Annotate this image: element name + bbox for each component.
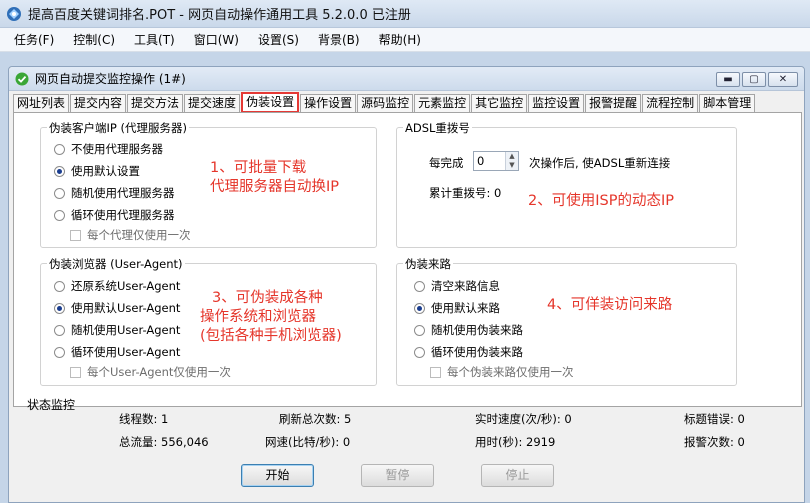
tab-operation-settings[interactable]: 操作设置 — [300, 94, 357, 113]
stat-net-speed: 网速(比特/秒): 0 — [265, 435, 351, 449]
window-controls: ▬ ▢ ✕ — [716, 72, 798, 87]
tab-url-list[interactable]: 网址列表 — [13, 94, 70, 113]
disguise-settings-panel: 伪装客户端IP (代理服务器) 不使用代理服务器 使用默认设置 随机使用代理服务… — [13, 112, 802, 407]
menu-window[interactable]: 窗口(W) — [194, 31, 239, 48]
tab-alarm-reminder[interactable]: 报警提醒 — [585, 94, 642, 113]
browser-group-label: 伪装浏览器 (User-Agent) — [47, 256, 185, 272]
menu-background[interactable]: 背景(B) — [318, 31, 360, 48]
start-button[interactable]: 开始 — [241, 464, 314, 487]
tab-submit-method[interactable]: 提交方法 — [127, 94, 184, 113]
referer-option-clear[interactable]: 清空来路信息 — [414, 278, 500, 294]
spin-up-icon: ▲ — [506, 152, 518, 161]
referer-option-default[interactable]: 使用默认来路 — [414, 300, 500, 316]
tab-submit-content[interactable]: 提交内容 — [70, 94, 127, 113]
referer-option-random[interactable]: 随机使用伪装来路 — [414, 322, 523, 338]
pause-button[interactable]: 暂停 — [361, 464, 434, 487]
adsl-group: ADSL重拨号 每完成 0 ▲ ▼ 次操作后, 使ADSL重新连接 累计重拨号: … — [396, 120, 737, 248]
tab-source-monitor[interactable]: 源码监控 — [357, 94, 414, 113]
adsl-total-label: 累计重拨号: 0 — [429, 186, 502, 200]
tab-disguise-settings[interactable]: 伪装设置 — [241, 92, 300, 113]
ua-option-default[interactable]: 使用默认User-Agent — [54, 300, 180, 316]
radio-icon — [54, 280, 65, 292]
radio-checked-icon — [414, 302, 425, 314]
child-window-title: 网页自动提交监控操作 (1#) — [35, 72, 186, 86]
annotation-browser: 3、可伪装成各种 操作系统和浏览器 (包括各种手机浏览器) — [200, 290, 342, 344]
radio-icon — [414, 280, 425, 292]
tab-flow-control[interactable]: 流程控制 — [642, 94, 699, 113]
minimize-icon[interactable]: ▬ — [716, 72, 740, 87]
annotation-isp: 2、可使用ISP的动态IP — [528, 193, 674, 209]
checkbox-icon — [70, 229, 81, 241]
status-section-title: 状态监控 — [27, 398, 76, 412]
proxy-group-label: 伪装客户端IP (代理服务器) — [47, 120, 189, 136]
stat-time-used: 用时(秒): 2919 — [475, 435, 556, 449]
referer-group: 伪装来路 清空来路信息 使用默认来路 随机使用伪装来路 循环使用伪装来路 每个伪… — [396, 256, 737, 386]
radio-icon — [54, 346, 65, 358]
menu-control[interactable]: 控制(C) — [73, 31, 115, 48]
green-check-icon — [15, 72, 29, 85]
tab-strip: 网址列表 提交内容 提交方法 提交速度 伪装设置 操作设置 源码监控 元素监控 … — [13, 92, 802, 113]
proxy-option-default[interactable]: 使用默认设置 — [54, 163, 140, 179]
monitor-window: 网页自动提交监控操作 (1#) ▬ ▢ ✕ 网址列表 提交内容 提交方法 提交速… — [8, 66, 805, 503]
tab-submit-speed[interactable]: 提交速度 — [184, 94, 241, 113]
radio-icon — [414, 346, 425, 358]
radio-icon — [54, 143, 65, 155]
menu-settings[interactable]: 设置(S) — [258, 31, 299, 48]
child-titlebar[interactable]: 网页自动提交监控操作 (1#) ▬ ▢ ✕ — [9, 67, 804, 91]
app-titlebar: 提高百度关键词排名.POT - 网页自动操作通用工具 5.2.0.0 已注册 — [0, 0, 810, 28]
stop-button[interactable]: 停止 — [481, 464, 554, 487]
radio-checked-icon — [54, 165, 65, 177]
spin-down-icon: ▼ — [506, 161, 518, 170]
adsl-count-stepper[interactable]: 0 ▲ ▼ — [473, 151, 519, 171]
ua-option-cycle[interactable]: 循环使用User-Agent — [54, 344, 180, 360]
stat-total-traffic: 总流量: 556,046 — [119, 435, 209, 449]
radio-icon — [54, 324, 65, 336]
radio-checked-icon — [54, 302, 65, 314]
ua-option-random[interactable]: 随机使用User-Agent — [54, 322, 180, 338]
proxy-option-random[interactable]: 随机使用代理服务器 — [54, 185, 175, 201]
checkbox-icon — [430, 366, 441, 378]
proxy-once-checkbox[interactable]: 每个代理仅使用一次 — [70, 227, 191, 243]
tab-monitor-settings[interactable]: 监控设置 — [528, 94, 585, 113]
app-title: 提高百度关键词排名.POT - 网页自动操作通用工具 5.2.0.0 已注册 — [28, 8, 411, 23]
menu-bar: 任务(F) 控制(C) 工具(T) 窗口(W) 设置(S) 背景(B) 帮助(H… — [0, 28, 810, 52]
tab-other-monitor[interactable]: 其它监控 — [471, 94, 528, 113]
referer-option-cycle[interactable]: 循环使用伪装来路 — [414, 344, 523, 360]
app-logo-icon — [7, 6, 21, 21]
annotation-referer: 4、可佯装访问来路 — [547, 297, 673, 313]
ua-option-restore[interactable]: 还原系统User-Agent — [54, 278, 180, 294]
tab-script-manager[interactable]: 脚本管理 — [699, 94, 756, 113]
referer-group-label: 伪装来路 — [403, 256, 453, 272]
radio-icon — [414, 324, 425, 336]
adsl-after-label: 次操作后, 使ADSL重新连接 — [529, 156, 671, 170]
stat-title-errors: 标题错误: 0 — [684, 412, 745, 426]
spin-arrows[interactable]: ▲ ▼ — [505, 152, 518, 170]
ua-once-checkbox[interactable]: 每个User-Agent仅使用一次 — [70, 364, 231, 380]
stat-realtime-speed: 实时速度(次/秒): 0 — [475, 412, 572, 426]
checkbox-icon — [70, 366, 81, 378]
menu-tools[interactable]: 工具(T) — [134, 31, 175, 48]
stat-threads: 线程数: 1 — [119, 412, 169, 426]
menu-task[interactable]: 任务(F) — [14, 31, 54, 48]
stat-alarm-count: 报警次数: 0 — [684, 435, 745, 449]
close-icon[interactable]: ✕ — [768, 72, 798, 87]
tab-element-monitor[interactable]: 元素监控 — [414, 94, 471, 113]
radio-icon — [54, 187, 65, 199]
radio-icon — [54, 209, 65, 221]
stat-refresh-total: 刷新总次数: 5 — [279, 412, 352, 426]
adsl-group-label: ADSL重拨号 — [403, 120, 472, 136]
referer-once-checkbox[interactable]: 每个伪装来路仅使用一次 — [430, 364, 574, 380]
proxy-option-none[interactable]: 不使用代理服务器 — [54, 141, 163, 157]
menu-help[interactable]: 帮助(H) — [379, 31, 421, 48]
maximize-icon[interactable]: ▢ — [742, 72, 766, 87]
adsl-every-label: 每完成 — [429, 156, 464, 170]
annotation-proxy: 1、可批量下载 代理服务器自动换IP — [210, 160, 340, 195]
proxy-option-cycle[interactable]: 循环使用代理服务器 — [54, 207, 175, 223]
